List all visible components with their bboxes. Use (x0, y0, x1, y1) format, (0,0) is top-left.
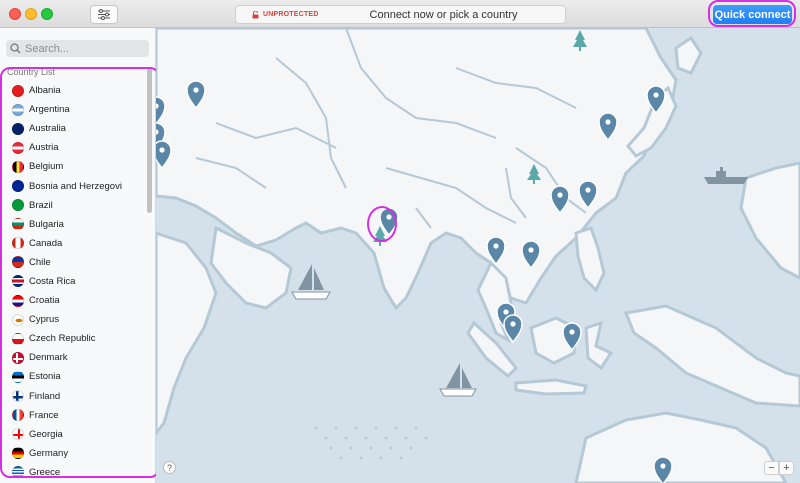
help-button[interactable]: ? (163, 461, 176, 474)
status-text: UNPROTECTED (263, 11, 319, 18)
close-window-button[interactable] (9, 8, 21, 20)
status-indicator: UNPROTECTED (252, 10, 334, 19)
minimize-window-button[interactable] (25, 8, 37, 20)
zoom-window-button[interactable] (41, 8, 53, 20)
zoom-in-button[interactable]: + (779, 461, 794, 475)
connection-status-bar[interactable]: UNPROTECTED Connect now or pick a countr… (235, 5, 566, 24)
status-message: Connect now or pick a country (369, 8, 518, 21)
search-placeholder: Search... (25, 42, 70, 55)
unlocked-icon (252, 10, 259, 18)
sliders-icon (98, 9, 110, 20)
settings-button[interactable] (90, 5, 118, 24)
world-map[interactable] (156, 28, 800, 483)
search-icon (10, 43, 21, 54)
search-input[interactable]: Search... (6, 40, 149, 57)
title-bar: UNPROTECTED Connect now or pick a countr… (0, 0, 800, 483)
quick-connect-highlight (708, 0, 796, 27)
country-list-highlight (0, 67, 160, 478)
nordvpn-window: UNPROTECTED Connect now or pick a countr… (0, 0, 800, 483)
selected-pin-highlight (367, 206, 397, 242)
map-canvas (156, 28, 800, 483)
zoom-out-button[interactable]: − (764, 461, 779, 475)
